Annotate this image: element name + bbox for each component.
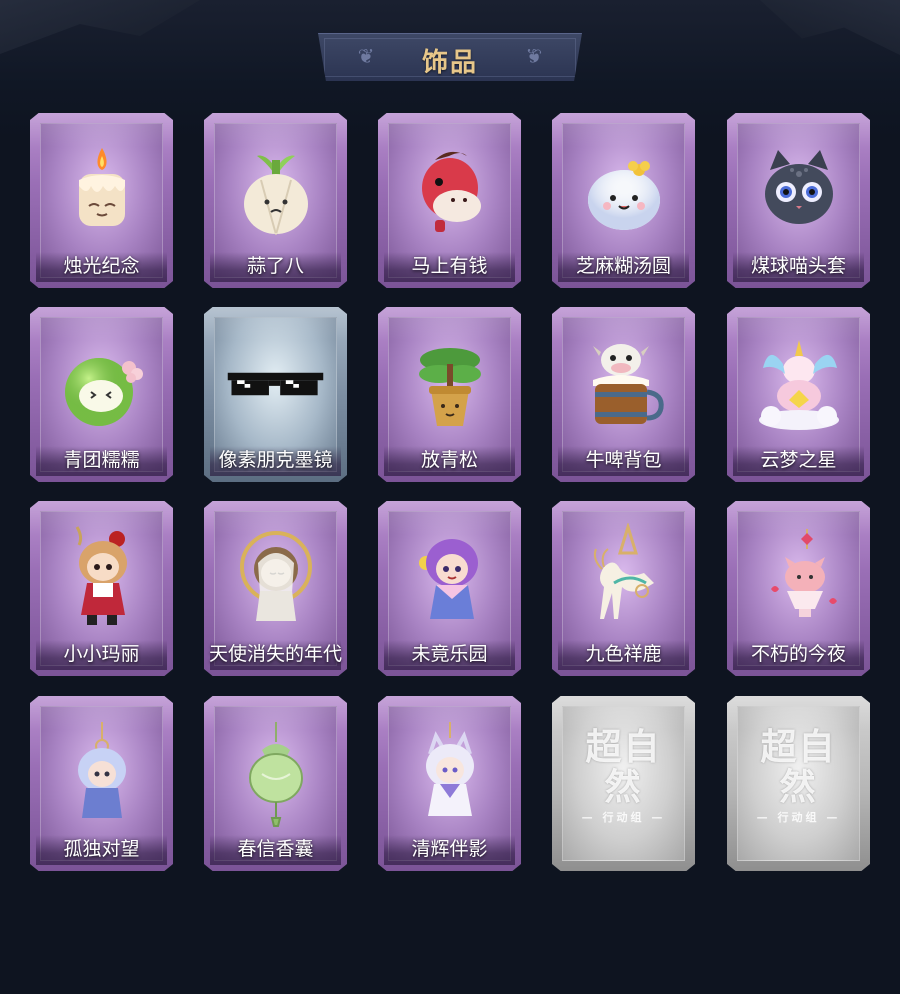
- accessory-name: 放青松: [420, 450, 478, 471]
- accessory-card[interactable]: 春信香囊: [204, 696, 347, 871]
- pixel-sunglasses-icon: [224, 329, 327, 439]
- accessory-card[interactable]: 孤独对望: [30, 696, 173, 871]
- accessory-name: 牛啤背包: [585, 450, 662, 471]
- accessory-card[interactable]: 天使消失的年代: [204, 501, 347, 676]
- deer-charm-icon: [572, 523, 675, 633]
- accessory-name: 清辉伴影: [411, 839, 488, 860]
- red-horse-icon: [398, 135, 501, 245]
- blue-doll-charm-icon: [50, 718, 153, 828]
- accessory-name: 天使消失的年代: [208, 644, 342, 665]
- accessory-name: 马上有钱: [411, 256, 488, 277]
- rice-ball-icon: [572, 135, 675, 245]
- garlic-icon: [224, 135, 327, 245]
- accessory-card[interactable]: 芝麻糊汤圆: [552, 113, 695, 288]
- black-cat-head-icon: [747, 135, 850, 245]
- section-title: 饰品: [421, 47, 478, 77]
- pink-cat-cup-icon: [747, 523, 850, 633]
- jester-doll-icon: [398, 523, 501, 633]
- accessory-card[interactable]: 煤球喵头套: [727, 113, 870, 288]
- accessory-name: 青团糯糯: [63, 450, 140, 471]
- accessory-name: 不朽的今夜: [750, 644, 846, 665]
- angel-doll-icon: [224, 523, 327, 633]
- accessory-name: 像素朋克墨镜: [218, 450, 333, 471]
- accessory-card[interactable]: 青团糯糯: [30, 307, 173, 482]
- accessory-name: 芝麻糊汤圆: [575, 256, 671, 277]
- accessory-name: 煤球喵头套: [750, 256, 846, 277]
- accessory-card[interactable]: 小小玛丽: [30, 501, 173, 676]
- accessory-card[interactable]: 放青松: [378, 307, 521, 482]
- accessory-name: 蒜了八: [246, 256, 304, 277]
- green-rice-ball-icon: [50, 329, 153, 439]
- section-header: ❦ ❦ 饰品: [318, 33, 582, 81]
- accessory-name: 春信香囊: [237, 839, 314, 860]
- logo-placeholder-icon: 超自然 — 行动组 —: [572, 727, 675, 824]
- watermark-logo-text: 超自然: [585, 726, 662, 808]
- accessory-card[interactable]: 牛啤背包: [552, 307, 695, 482]
- accessory-name: 云梦之星: [760, 450, 837, 471]
- accessory-name: 小小玛丽: [63, 644, 140, 665]
- potted-pine-icon: [398, 329, 501, 439]
- sachet-icon: [224, 718, 327, 828]
- accessory-card[interactable]: 九色祥鹿: [552, 501, 695, 676]
- logo-placeholder-icon: 超自然 — 行动组 —: [747, 727, 850, 824]
- accessory-card[interactable]: 云梦之星: [727, 307, 870, 482]
- accessory-card[interactable]: 烛光纪念: [30, 113, 173, 288]
- accessory-card[interactable]: 马上有钱: [378, 113, 521, 288]
- cow-beer-mug-icon: [572, 329, 675, 439]
- locked-accessory-card[interactable]: 超自然 — 行动组 —: [552, 696, 695, 871]
- watermark-logo-subtext: — 行动组 —: [756, 811, 841, 824]
- accessory-name: 未竟乐园: [411, 644, 488, 665]
- accessory-card[interactable]: 不朽的今夜: [727, 501, 870, 676]
- accessory-name: 烛光纪念: [63, 256, 140, 277]
- accessory-card[interactable]: 蒜了八: [204, 113, 347, 288]
- unicorn-cloud-icon: [747, 329, 850, 439]
- white-doll-charm-icon: [398, 718, 501, 828]
- locked-accessory-card[interactable]: 超自然 — 行动组 —: [727, 696, 870, 871]
- candle-icon: [50, 135, 153, 245]
- mary-doll-icon: [50, 523, 153, 633]
- accessory-card[interactable]: 像素朋克墨镜: [204, 307, 347, 482]
- watermark-logo-text: 超自然: [760, 726, 837, 808]
- watermark-logo-subtext: — 行动组 —: [581, 811, 666, 824]
- accessory-name: 九色祥鹿: [585, 644, 662, 665]
- accessory-card[interactable]: 清辉伴影: [378, 696, 521, 871]
- accessory-card[interactable]: 未竟乐园: [378, 501, 521, 676]
- accessory-name: 孤独对望: [63, 839, 140, 860]
